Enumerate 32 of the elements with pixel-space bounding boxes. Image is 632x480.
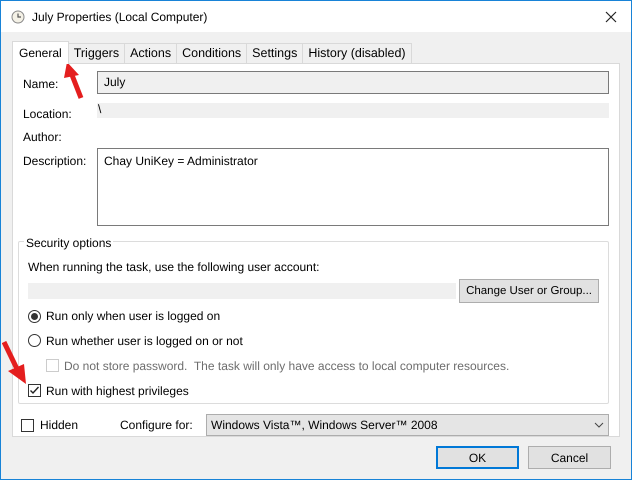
name-field[interactable]: July — [97, 71, 609, 94]
tab[interactable]: Triggers — [68, 43, 126, 63]
annotation-arrow-icon — [63, 61, 85, 99]
location-value: \ — [97, 102, 609, 118]
hidden-label: Hidden — [40, 417, 80, 434]
description-field[interactable]: Chay UniKey = Administrator — [97, 148, 609, 226]
option-label: Do not store password. The task will only have access to local computer resources. — [64, 358, 510, 375]
radio-button[interactable] — [28, 310, 41, 323]
field-label: Description: — [23, 154, 86, 168]
field-label: Author: — [23, 130, 62, 144]
checkbox[interactable] — [28, 384, 41, 398]
radio-button[interactable] — [28, 334, 41, 348]
caret-icon — [594, 422, 604, 428]
checkbox[interactable] — [21, 418, 34, 432]
dialog-button[interactable]: OK — [436, 446, 519, 469]
configure-label: Configure for: — [120, 417, 194, 434]
dialog-button[interactable]: Cancel — [528, 446, 611, 469]
tab[interactable]: Settings — [246, 43, 304, 63]
annotation-arrow-icon — [2, 341, 28, 385]
tab[interactable]: General — [12, 41, 69, 64]
change-user-button[interactable]: Change User or Group... — [459, 278, 599, 303]
account-prompt: When running the task, use the following user account: — [28, 259, 321, 276]
window-title: July Properties (Local Computer) — [32, 8, 208, 26]
close-icon — [605, 10, 617, 22]
tab[interactable]: History (disabled) — [302, 43, 412, 63]
option-label: Run only when user is logged on — [46, 308, 220, 326]
field-label: Location: — [23, 106, 72, 121]
clock-icon — [11, 10, 25, 24]
option-label: Run whether user is logged on or not — [46, 332, 243, 350]
configure-dropdown[interactable]: Windows Vista™, Windows Server™ 2008 — [206, 414, 609, 436]
option-label: Run with highest privileges — [46, 382, 189, 400]
field-label: Name: — [23, 77, 58, 91]
